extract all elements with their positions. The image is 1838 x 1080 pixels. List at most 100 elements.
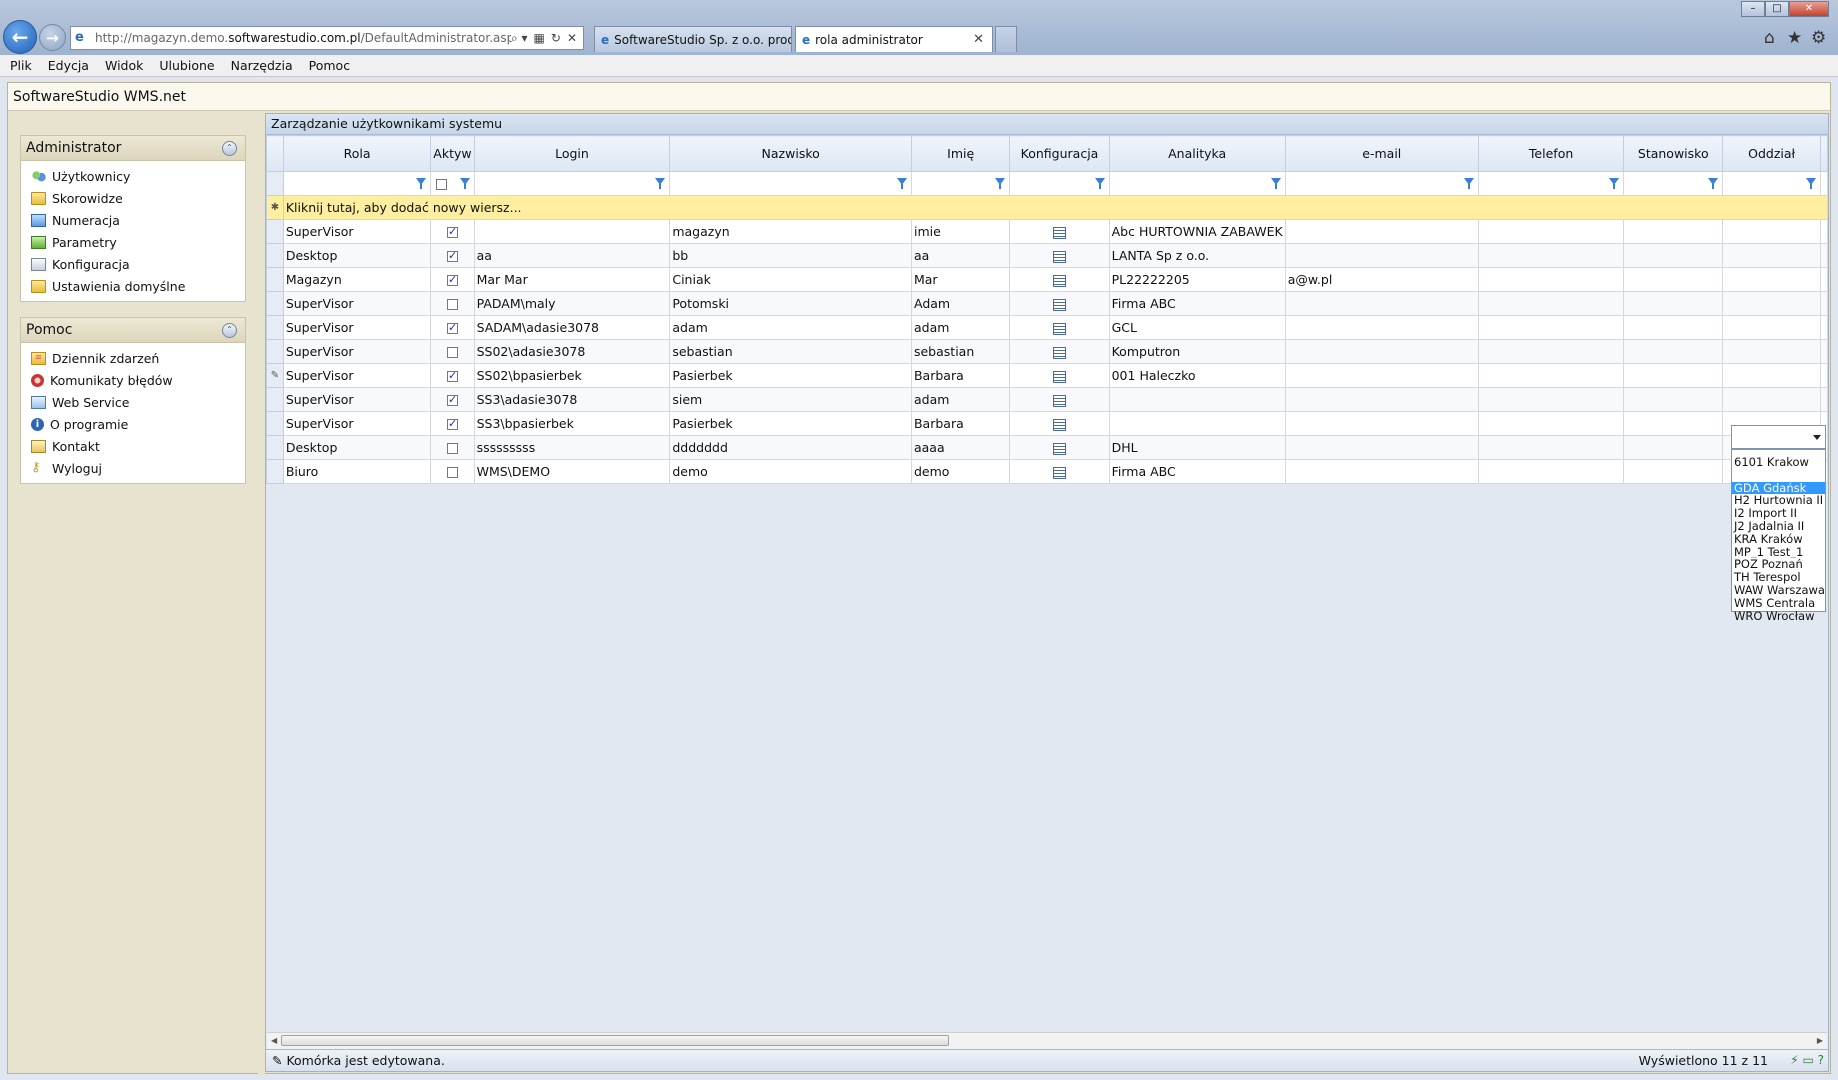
stop-icon[interactable]: ✕	[567, 31, 577, 45]
favorites-star-icon[interactable]: ★	[1787, 28, 1802, 48]
cell-telefon[interactable]	[1477, 411, 1625, 436]
cell-rola[interactable]: SuperVisor	[282, 411, 432, 436]
dropdown-option[interactable]: WRO Wrocław	[1732, 610, 1825, 623]
cell-imie[interactable]: imie	[910, 219, 1011, 244]
filter-icon[interactable]	[1094, 178, 1105, 189]
cell-telefon[interactable]	[1477, 243, 1625, 268]
column-header-analityka[interactable]: Analityka	[1108, 135, 1286, 172]
column-header-imie[interactable]: Imię	[910, 135, 1011, 172]
cell-rola[interactable]: Biuro	[282, 459, 432, 484]
cell-aktyw[interactable]	[430, 363, 475, 388]
column-header-email[interactable]: e-mail	[1284, 135, 1479, 172]
cell-rola[interactable]: Magazyn	[282, 267, 432, 292]
cell-oddzial[interactable]	[1722, 387, 1822, 412]
cell-aktyw[interactable]	[430, 267, 475, 292]
cell-login[interactable]: SS3\bpasierbek	[473, 411, 671, 436]
cell-konfiguracja[interactable]	[1009, 459, 1110, 484]
cell-telefon[interactable]	[1477, 387, 1625, 412]
cell-konfiguracja[interactable]	[1009, 363, 1110, 388]
cell-telefon[interactable]	[1477, 267, 1625, 292]
cell-analityka[interactable]: 001 Haleczko	[1108, 363, 1286, 388]
cell-oddzial[interactable]	[1722, 291, 1822, 316]
cell-oddzial[interactable]	[1722, 315, 1822, 340]
menu-file[interactable]: Plik	[10, 58, 32, 73]
cell-email[interactable]	[1284, 387, 1479, 412]
config-grid-icon[interactable]	[1053, 418, 1066, 431]
minimize-button[interactable]: –	[1741, 1, 1765, 17]
search-icon[interactable]: ⌕ ▾	[511, 31, 528, 46]
add-row-text[interactable]: Kliknij tutaj, aby dodać nowy wiersz...	[282, 195, 1829, 220]
table-row[interactable]: Desktop aabbaa LANTA Sp z o.o.	[266, 243, 1828, 268]
cell-imie[interactable]: Barbara	[910, 411, 1011, 436]
cell-rola[interactable]: Desktop	[282, 435, 432, 460]
cell-oddzial[interactable]	[1722, 267, 1822, 292]
cell-analityka[interactable]: DHL	[1108, 435, 1286, 460]
table-row[interactable]: SuperVisorSADAM\adasie3078adamadamGCL	[266, 315, 1828, 340]
sidebar-item-about[interactable]: iO programie	[21, 413, 245, 435]
config-grid-icon[interactable]	[1053, 346, 1066, 359]
horizontal-scrollbar[interactable]: ◀ ▶	[267, 1032, 1827, 1049]
browser-tab-1[interactable]: e SoftwareStudio Sp. z o.o. prod...	[594, 26, 792, 52]
dropdown-option[interactable]: KRA Kraków	[1732, 533, 1825, 546]
cell-email[interactable]	[1284, 291, 1479, 316]
dropdown-option[interactable]: TH Terespol	[1732, 571, 1825, 584]
cell-nazwisko[interactable]: Pasierbek	[669, 363, 912, 388]
cell-imie[interactable]: Adam	[910, 291, 1011, 316]
cell-email[interactable]	[1284, 315, 1479, 340]
table-row[interactable]: Magazyn Mar MarCiniakMar PL22222205a@w.pl	[266, 267, 1828, 292]
help-panel-header[interactable]: Pomoc ⌃	[21, 318, 245, 343]
cell-login[interactable]: WMS\DEMO	[473, 459, 671, 484]
sidebar-item-error-messages[interactable]: Komunikaty błędów	[21, 369, 245, 391]
cell-analityka[interactable]: Firma ABC	[1108, 459, 1286, 484]
cell-analityka[interactable]: Komputron	[1108, 339, 1286, 364]
cell-stanowisko[interactable]	[1623, 243, 1724, 268]
cell-stanowisko[interactable]	[1623, 267, 1724, 292]
filter-icon[interactable]	[1270, 178, 1281, 189]
active-checkbox[interactable]	[446, 299, 458, 310]
active-checkbox[interactable]	[446, 369, 458, 382]
menu-tools[interactable]: Narzędzia	[231, 58, 293, 73]
config-grid-icon[interactable]	[1053, 322, 1066, 335]
cell-imie[interactable]: Mar	[910, 267, 1011, 292]
active-checkbox[interactable]	[446, 225, 458, 238]
cell-login[interactable]	[473, 219, 671, 244]
table-row[interactable]: SuperVisor magazynimie Abc HURTOWNIA ZABAW…	[266, 219, 1828, 244]
sidebar-item-users[interactable]: Użytkownicy	[21, 165, 245, 187]
cell-login[interactable]: aa	[473, 243, 671, 268]
filter-icon[interactable]	[1609, 178, 1620, 189]
filter-stanowisko[interactable]	[1623, 171, 1724, 196]
cell-stanowisko[interactable]	[1623, 219, 1724, 244]
active-checkbox[interactable]	[446, 393, 458, 406]
table-row[interactable]: SuperVisor SS3\adasie3078siemadam	[266, 387, 1828, 412]
sidebar-item-contact[interactable]: Kontakt	[21, 435, 245, 457]
compat-view-icon[interactable]: ▦	[534, 31, 545, 45]
column-header-telefon[interactable]: Telefon	[1477, 135, 1625, 172]
filter-analityka[interactable]	[1108, 171, 1286, 196]
cell-rola[interactable]: Desktop	[282, 243, 432, 268]
cell-login[interactable]: SADAM\adasie3078	[473, 315, 671, 340]
cell-analityka[interactable]	[1108, 411, 1286, 436]
cell-aktyw[interactable]	[430, 243, 475, 268]
column-header-konfiguracja[interactable]: Konfiguracja	[1009, 135, 1110, 172]
cell-stanowisko[interactable]	[1623, 459, 1724, 484]
table-row[interactable]: Desktop sssssssss ddddddd aaaa DHL	[266, 435, 1828, 460]
cell-oddzial[interactable]	[1722, 243, 1822, 268]
menu-favorites[interactable]: Ulubione	[159, 58, 214, 73]
active-checkbox[interactable]	[446, 417, 458, 430]
cell-oddzial[interactable]	[1722, 219, 1822, 244]
sidebar-item-parameters[interactable]: Parametry	[21, 231, 245, 253]
cell-login[interactable]: SS02\adasie3078	[473, 339, 671, 364]
dropdown-option[interactable]: J2 Jadalnia II	[1732, 520, 1825, 533]
home-icon[interactable]: ⌂	[1764, 28, 1775, 48]
collapse-icon[interactable]: ⌃	[222, 323, 237, 338]
active-checkbox[interactable]	[446, 467, 458, 478]
cell-nazwisko[interactable]: adam	[669, 315, 912, 340]
cell-nazwisko[interactable]: siem	[669, 387, 912, 412]
cell-email[interactable]	[1284, 435, 1479, 460]
filter-imie[interactable]	[910, 171, 1011, 196]
cell-aktyw[interactable]	[430, 219, 475, 244]
browser-tab-2[interactable]: e rola administrator ✕	[795, 26, 993, 52]
cell-login[interactable]: sssssssss	[473, 435, 671, 460]
cell-konfiguracja[interactable]	[1009, 219, 1110, 244]
collapse-icon[interactable]: ⌃	[222, 141, 237, 156]
